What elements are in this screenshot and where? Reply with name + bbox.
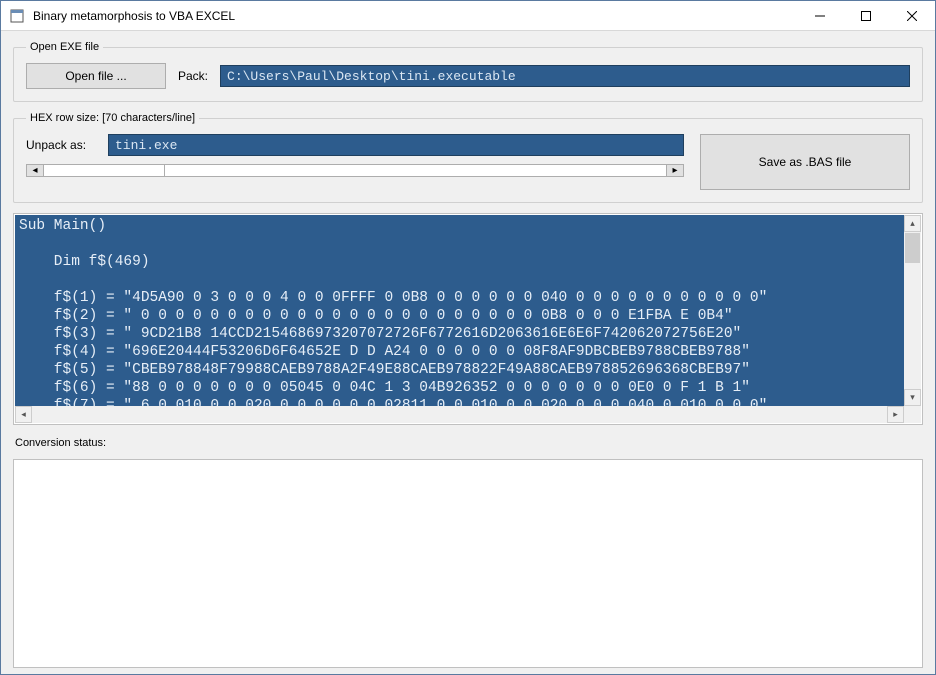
unpack-field[interactable]: tini.exe bbox=[108, 134, 684, 156]
pack-label: Pack: bbox=[178, 69, 208, 83]
open-exe-group: Open EXE file Open file ... Pack: C:\Use… bbox=[13, 41, 923, 102]
scroll-right-icon[interactable]: ▸ bbox=[887, 406, 904, 423]
minimize-button[interactable] bbox=[797, 1, 843, 31]
scroll-down-icon[interactable]: ▾ bbox=[904, 389, 921, 406]
hex-scroll-right-icon[interactable]: ▸ bbox=[666, 164, 684, 177]
app-window: Binary metamorphosis to VBA EXCEL Open E… bbox=[0, 0, 936, 675]
vertical-scrollbar[interactable]: ▴ ▾ bbox=[904, 215, 921, 406]
hscroll-track[interactable] bbox=[32, 406, 887, 423]
close-button[interactable] bbox=[889, 1, 935, 31]
hex-scroll-left-icon[interactable]: ◂ bbox=[26, 164, 44, 177]
content-area: Open EXE file Open file ... Pack: C:\Use… bbox=[1, 31, 935, 674]
open-exe-legend: Open EXE file bbox=[26, 41, 103, 53]
pack-path-field[interactable]: C:\Users\Paul\Desktop\tini.executable bbox=[220, 65, 910, 87]
save-bas-button[interactable]: Save as .BAS file bbox=[700, 134, 910, 190]
scroll-corner bbox=[904, 406, 921, 423]
horizontal-scrollbar[interactable]: ◂ ▸ bbox=[15, 406, 921, 423]
window-title: Binary metamorphosis to VBA EXCEL bbox=[33, 9, 797, 23]
titlebar: Binary metamorphosis to VBA EXCEL bbox=[1, 1, 935, 31]
hex-scroll-track-a[interactable] bbox=[44, 164, 164, 177]
scroll-left-icon[interactable]: ◂ bbox=[15, 406, 32, 423]
unpack-label: Unpack as: bbox=[26, 138, 96, 152]
hex-row-group: HEX row size: [70 characters/line] Unpac… bbox=[13, 112, 923, 203]
scroll-up-icon[interactable]: ▴ bbox=[904, 215, 921, 232]
code-text[interactable]: Sub Main() Dim f$(469) f$(1) = "4D5A90 0… bbox=[15, 215, 904, 406]
hex-scroll-track-b[interactable] bbox=[164, 164, 666, 177]
hex-row-legend: HEX row size: [70 characters/line] bbox=[26, 112, 199, 124]
code-output-panel: Sub Main() Dim f$(469) f$(1) = "4D5A90 0… bbox=[13, 213, 923, 425]
scroll-thumb[interactable] bbox=[905, 233, 920, 263]
maximize-button[interactable] bbox=[843, 1, 889, 31]
status-row: Conversion status: bbox=[13, 435, 923, 449]
open-file-button[interactable]: Open file ... bbox=[26, 63, 166, 89]
status-field bbox=[13, 459, 923, 669]
app-icon bbox=[9, 8, 25, 24]
status-label: Conversion status: bbox=[15, 437, 106, 449]
scroll-track[interactable] bbox=[904, 264, 921, 389]
